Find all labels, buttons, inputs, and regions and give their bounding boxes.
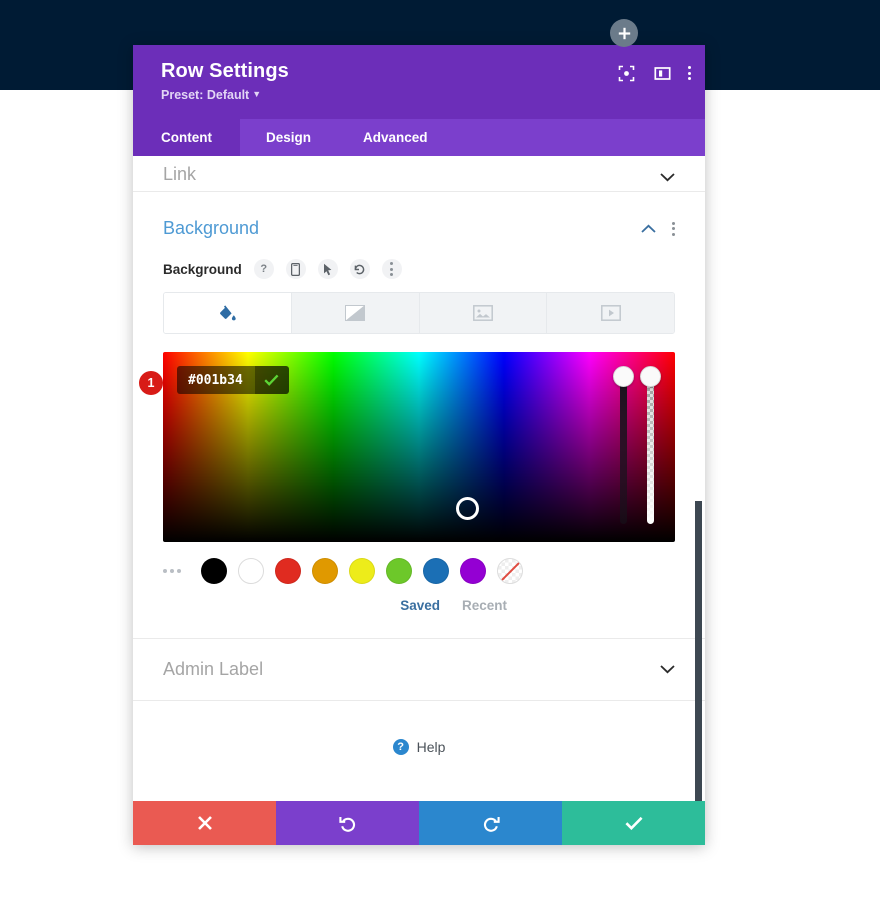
modal-header: Row Settings Preset: Default ▼ [133, 45, 705, 119]
help-button[interactable]: ? Help [133, 701, 705, 793]
help-label: Help [416, 739, 446, 755]
vertical-scrollbar[interactable] [695, 501, 702, 801]
undo-icon [338, 817, 355, 832]
swatch-white[interactable] [238, 558, 264, 584]
swatch-red[interactable] [275, 558, 301, 584]
more-swatches-icon[interactable] [163, 569, 181, 573]
picker-sliders [613, 366, 661, 524]
background-gradient-tab[interactable] [291, 293, 420, 333]
checkmark-icon [264, 374, 279, 386]
section-kebab-icon[interactable] [672, 221, 675, 236]
add-row-button[interactable] [610, 19, 638, 47]
alpha-slider[interactable] [640, 366, 661, 524]
swatch-blue[interactable] [423, 558, 449, 584]
swatch-yellow[interactable] [349, 558, 375, 584]
preset-label: Preset: Default [161, 88, 250, 102]
swatch-transparent[interactable] [497, 558, 523, 584]
color-picker-canvas[interactable]: #001b34 [163, 352, 675, 542]
color-picker-handle[interactable] [456, 497, 479, 520]
background-field-label: Background [163, 261, 242, 277]
page-title: Row Settings [161, 60, 289, 82]
hex-value-badge: #001b34 [177, 366, 289, 394]
chevron-up-icon[interactable] [641, 221, 656, 236]
save-button[interactable] [562, 801, 705, 845]
row-settings-modal: Row Settings Preset: Default ▼ Content D… [133, 45, 705, 845]
callout-badge-1: 1 [139, 371, 163, 395]
close-icon [197, 816, 212, 830]
preset-selector[interactable]: Preset: Default ▼ [161, 88, 687, 102]
tab-design[interactable]: Design [240, 119, 337, 156]
section-admin-label-title: Admin Label [163, 659, 264, 679]
redo-icon [483, 817, 500, 832]
kebab-icon[interactable] [381, 259, 402, 279]
caret-down-icon: ▼ [252, 89, 262, 99]
image-icon [472, 305, 493, 321]
layout-split-icon[interactable] [652, 63, 672, 83]
modal-body: Link Background Background ? #001b34 Sav… [133, 156, 705, 801]
mobile-icon[interactable] [285, 259, 306, 279]
gradient-icon [345, 305, 366, 321]
tab-content[interactable]: Content [133, 119, 240, 156]
swatch-tabs: Saved Recent [163, 598, 675, 613]
swatch-purple[interactable] [460, 558, 486, 584]
section-background-title: Background [163, 218, 260, 238]
color-swatch-row [163, 558, 675, 584]
cancel-button[interactable] [133, 801, 276, 845]
paint-bucket-icon [219, 304, 236, 320]
redo-button[interactable] [419, 801, 562, 845]
color-picker-wrap: #001b34 [163, 352, 675, 542]
swatch-orange[interactable] [312, 558, 338, 584]
focus-frame-icon[interactable] [616, 63, 636, 83]
hex-confirm-button[interactable] [254, 366, 289, 394]
swatch-green[interactable] [386, 558, 412, 584]
reset-icon[interactable] [349, 259, 370, 279]
more-options-icon[interactable] [688, 66, 691, 80]
chevron-down-icon [660, 170, 675, 185]
video-icon [600, 305, 621, 321]
hover-cursor-icon[interactable] [317, 259, 338, 279]
background-field-row: Background ? [133, 239, 705, 279]
modal-footer [133, 801, 705, 845]
section-admin-label[interactable]: Admin Label [133, 639, 705, 701]
section-link[interactable]: Link [133, 156, 705, 192]
section-background: Background Background ? #001b34 Saved Re… [133, 192, 705, 639]
help-icon: ? [392, 739, 409, 755]
chevron-down-icon [660, 662, 675, 677]
background-color-tab[interactable] [164, 293, 292, 333]
section-link-title: Link [163, 164, 197, 184]
screen: Row Settings Preset: Default ▼ Content D… [0, 0, 880, 910]
brightness-slider[interactable] [613, 366, 634, 524]
checkmark-icon [624, 816, 643, 830]
hex-value-input[interactable]: #001b34 [177, 366, 255, 394]
tab-saved[interactable]: Saved [400, 598, 440, 613]
swatch-black[interactable] [201, 558, 227, 584]
modal-tabs: Content Design Advanced [133, 119, 705, 156]
section-background-header[interactable]: Background [133, 192, 705, 239]
plus-icon [618, 27, 630, 39]
undo-button[interactable] [276, 801, 419, 845]
help-icon[interactable]: ? [253, 259, 274, 279]
background-video-tab[interactable] [547, 293, 674, 333]
background-type-tabs [163, 292, 675, 334]
background-image-tab[interactable] [419, 293, 548, 333]
tab-advanced[interactable]: Advanced [337, 119, 454, 156]
header-icon-group [616, 63, 691, 83]
tab-recent[interactable]: Recent [462, 598, 507, 613]
